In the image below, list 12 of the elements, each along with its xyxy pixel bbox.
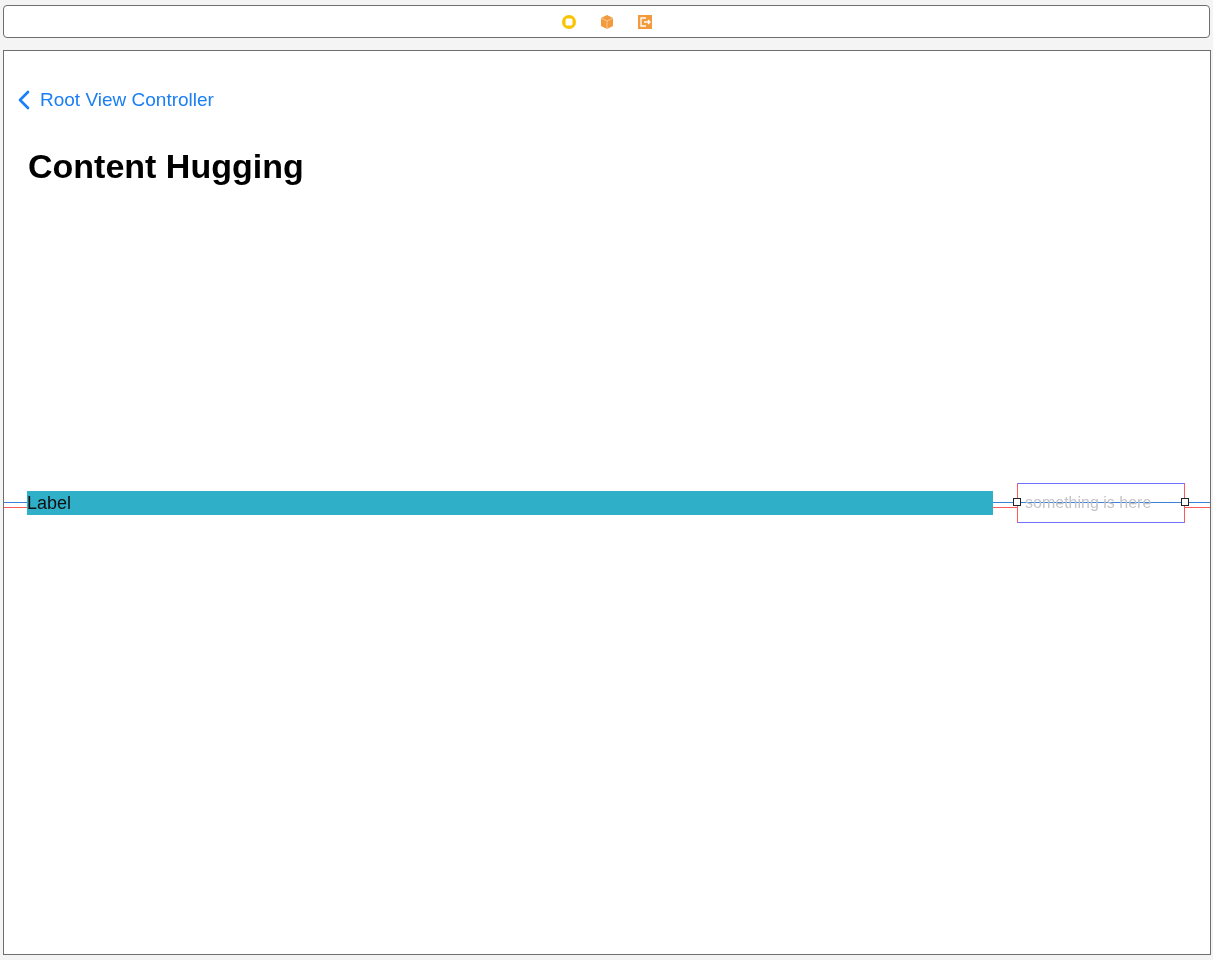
resize-handle[interactable] — [1013, 498, 1021, 506]
constraint-line — [4, 506, 27, 508]
cube-icon[interactable] — [598, 13, 615, 30]
view-controller-icon[interactable] — [560, 13, 577, 30]
label[interactable]: Label — [27, 491, 993, 515]
constraint-line — [993, 506, 1017, 508]
large-title: Content Hugging — [28, 147, 305, 186]
constraint-line — [1185, 506, 1210, 508]
back-button[interactable]: Root View Controller — [18, 89, 214, 111]
exit-icon[interactable] — [636, 13, 653, 30]
chevron-left-icon — [18, 90, 30, 110]
resize-handle[interactable] — [1181, 498, 1189, 506]
